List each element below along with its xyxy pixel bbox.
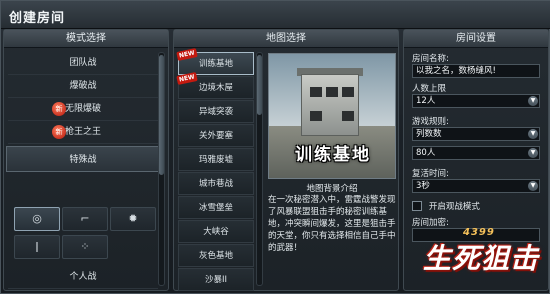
mode-item-special[interactable]: 特殊战	[6, 146, 160, 172]
map-item-sandstorm-2[interactable]: 沙暴II	[178, 268, 254, 291]
pistol-glyph: ⌐	[80, 212, 90, 225]
map-item-maya-ruins[interactable]: 玛雅废墟	[178, 148, 254, 171]
mode-item-team[interactable]: 团队战	[8, 52, 158, 75]
weapon-icon-grid: ◎ ⌐ ✹ ǀ ⁘	[8, 205, 158, 267]
map-item-label: 灰色基地	[198, 251, 233, 261]
map-item-label: 玛雅废墟	[198, 155, 233, 165]
chevron-down-icon: ▼	[528, 148, 538, 158]
mode-item-king-of-guns[interactable]: 新 枪王之王	[8, 121, 158, 144]
mode-panel-header: 模式选择	[4, 30, 168, 48]
max-players-value: 12人	[416, 96, 436, 106]
grenade-glyph: ✹	[128, 212, 138, 225]
title-bar: 创建房间	[1, 1, 550, 29]
dots-glyph: ⁘	[80, 240, 90, 253]
victory-rule-select[interactable]: 列数数 ▼	[412, 127, 540, 141]
map-list: NEW 训练基地 NEW 边境木屋 异域突袭 关外要塞 玛雅废墟 城市巷战 冰雪…	[176, 48, 254, 292]
map-preview-image: 训练基地	[268, 53, 396, 179]
crosshair-icon[interactable]: ◎	[14, 207, 60, 231]
mode-scrollbar[interactable]	[158, 52, 165, 286]
map-item-label: 大峡谷	[203, 227, 229, 237]
mode-list-lower: 个人战	[8, 266, 158, 289]
preview-window	[342, 111, 354, 121]
mode-item-infinite-bomb[interactable]: 新 无限爆破	[8, 98, 158, 121]
grenade-icon[interactable]: ✹	[110, 207, 156, 231]
logo-text: 生死狙击	[423, 242, 540, 275]
map-item-grand-canyon[interactable]: 大峡谷	[178, 220, 254, 243]
preview-window	[326, 87, 338, 97]
spectator-checkbox[interactable]	[412, 201, 422, 211]
room-panel-header: 房间设置	[404, 30, 548, 48]
spectator-toggle[interactable]: 开启观战模式	[412, 200, 480, 212]
map-panel: 地图选择 NEW 训练基地 NEW 边境木屋 异域突袭 关外要塞 玛雅废墟 城市…	[173, 29, 399, 291]
preview-window	[310, 87, 322, 97]
spectator-label: 开启观战模式	[428, 202, 480, 212]
victory-rule-label: 游戏规则:	[412, 117, 449, 127]
mode-item-label: 枪王之王	[64, 127, 101, 137]
max-players-label: 人数上限	[412, 84, 447, 94]
mode-item-label: 团队战	[69, 58, 97, 68]
preview-tower	[301, 74, 359, 136]
revive-time-select[interactable]: 3秒 ▼	[412, 179, 540, 193]
new-badge: 新	[52, 102, 66, 116]
revive-time-value: 3秒	[416, 181, 430, 191]
map-scrollbar-thumb[interactable]	[257, 55, 262, 115]
revive-time-label: 复活时间:	[412, 169, 449, 179]
dots-icon[interactable]: ⁘	[62, 235, 108, 259]
mode-item-label: 个人战	[69, 272, 97, 282]
map-scrollbar[interactable]	[256, 52, 263, 286]
mode-item-label: 无限爆破	[64, 104, 101, 114]
mode-scrollbar-thumb[interactable]	[159, 55, 164, 175]
map-item-label: 沙暴II	[204, 275, 227, 285]
crosshair-glyph: ◎	[32, 212, 42, 225]
victory-rule-value: 列数数	[416, 129, 442, 139]
map-item-label: 冰雪堡垒	[198, 203, 233, 213]
map-panel-header: 地图选择	[174, 30, 398, 48]
mode-panel: 模式选择 团队战 爆破战 新 无限爆破 新 枪王之王 特殊战 ◎ ⌐ ✹ ǀ ⁘…	[3, 29, 169, 291]
knife-glyph: ǀ	[35, 240, 39, 253]
room-name-value: 以我之名，数杨缝风!	[416, 66, 496, 76]
create-room-window: 创建房间 模式选择 团队战 爆破战 新 无限爆破 新 枪王之王 特殊战 ◎ ⌐ …	[0, 0, 550, 294]
map-item-outer-fortress[interactable]: 关外要塞	[178, 124, 254, 147]
mode-item-label: 爆破战	[69, 81, 97, 91]
mode-item-label: 特殊战	[69, 155, 97, 165]
new-badge: 新	[52, 125, 66, 139]
map-item-border-cabin[interactable]: NEW 边境木屋	[176, 72, 254, 99]
game-logo: 4399 生死狙击	[419, 227, 547, 291]
map-item-city-streets[interactable]: 城市巷战	[178, 172, 254, 195]
map-item-label: 训练基地	[198, 59, 233, 69]
preview-window	[310, 111, 322, 121]
chevron-down-icon: ▼	[528, 181, 538, 191]
map-item-training-base[interactable]: NEW 训练基地	[176, 48, 254, 75]
new-tag: NEW	[176, 48, 198, 61]
kill-count-value: 80人	[416, 148, 436, 158]
window-title: 创建房间	[9, 11, 66, 26]
map-item-ice-fortress[interactable]: 冰雪堡垒	[178, 196, 254, 219]
map-preview-title: 训练基地	[295, 145, 371, 165]
chevron-down-icon: ▼	[528, 96, 538, 106]
room-name-label: 房间名称:	[412, 54, 449, 64]
preview-window	[342, 87, 354, 97]
map-item-label: 边境木屋	[198, 83, 233, 93]
map-item-exotic-raid[interactable]: 异域突袭	[178, 100, 254, 123]
pistol-icon[interactable]: ⌐	[62, 207, 108, 231]
mode-list: 团队战 爆破战 新 无限爆破 新 枪王之王 特殊战	[6, 52, 160, 174]
chevron-down-icon: ▼	[528, 129, 538, 139]
map-intro-text: 在一次秘密潜入中，雷霆战警发现了风暴联盟狙击手的秘密训练基地，冲突瞬间爆发，这里…	[268, 195, 396, 253]
map-item-label: 异域突袭	[198, 107, 233, 117]
map-item-label: 城市巷战	[198, 179, 233, 189]
map-item-gray-base[interactable]: 灰色基地	[178, 244, 254, 267]
mode-item-bomb[interactable]: 爆破战	[8, 75, 158, 98]
mode-item-solo[interactable]: 个人战	[8, 266, 158, 289]
knife-icon[interactable]: ǀ	[14, 235, 60, 259]
map-intro-heading: 地图背景介绍	[306, 184, 358, 194]
kill-count-select[interactable]: 80人 ▼	[412, 146, 540, 160]
max-players-select[interactable]: 12人 ▼	[412, 94, 540, 108]
room-name-input[interactable]: 以我之名，数杨缝风!	[412, 64, 540, 78]
map-item-label: 关外要塞	[198, 131, 233, 141]
